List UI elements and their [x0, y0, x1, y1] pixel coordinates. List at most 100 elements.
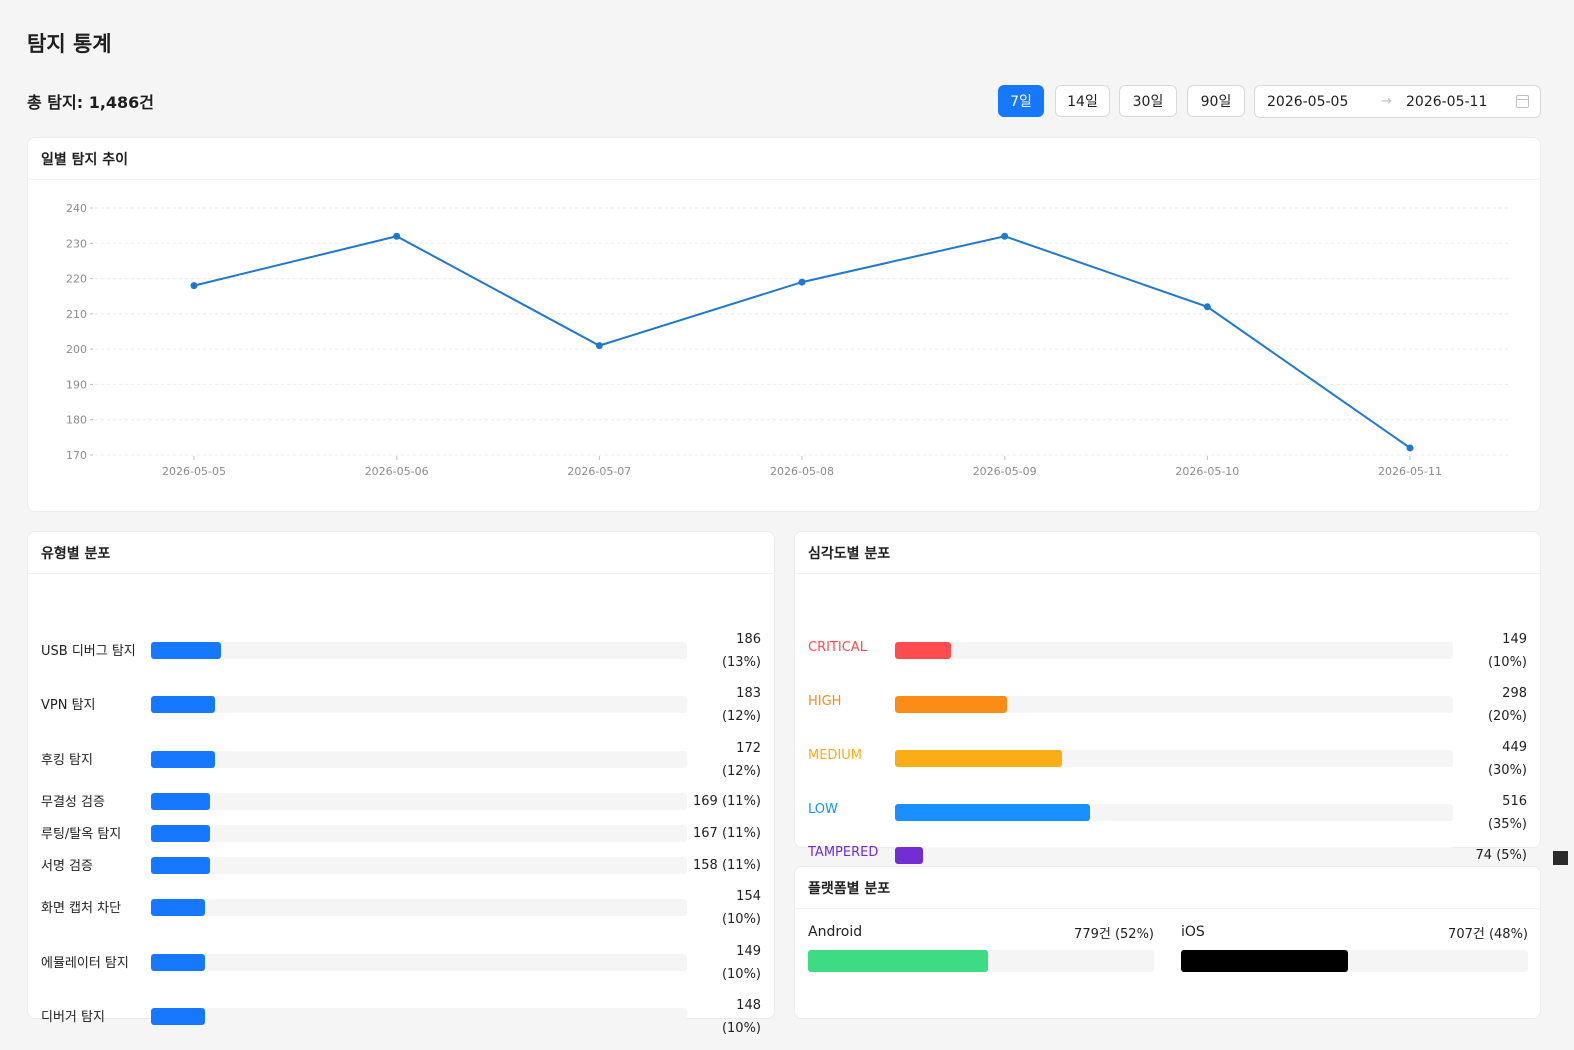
- severity-label: MEDIUM: [808, 748, 863, 763]
- data-point: [595, 342, 603, 350]
- severity-distribution-title: 심각도별 분포: [795, 532, 1540, 574]
- side-handle[interactable]: [1553, 851, 1568, 865]
- arrow-right-icon: →: [1381, 94, 1392, 109]
- x-tick-label: 2026-05-05: [162, 465, 226, 478]
- platform-android-track: [808, 950, 1154, 972]
- type-bar: [151, 642, 221, 659]
- severity-percent: (35%): [1487, 817, 1527, 832]
- severity-bar: [895, 696, 1007, 713]
- severity-value: 516 (35%): [1488, 790, 1527, 836]
- severity-label: HIGH: [808, 694, 842, 709]
- x-tick-label: 2026-05-07: [567, 465, 631, 478]
- severity-label: TAMPERED: [808, 845, 879, 860]
- type-percent: (11%): [721, 858, 761, 873]
- type-label: 에뮬레이터 탐지: [41, 956, 129, 971]
- severity-percent: (30%): [1487, 763, 1527, 778]
- severity-count: 74: [1475, 848, 1493, 863]
- date-range-picker[interactable]: 2026-05-05 → 2026-05-11: [1254, 85, 1541, 118]
- severity-track: [895, 804, 1453, 821]
- severity-distribution-card: 심각도별 분포 CRITICAL 149 (10%) HIGH 298 (20%) MEDI…: [794, 531, 1541, 864]
- type-track: [151, 899, 687, 916]
- type-percent: (10%): [721, 912, 761, 927]
- x-tick-label: 2026-05-09: [973, 465, 1037, 478]
- type-percent: (13%): [721, 655, 761, 670]
- severity-value: 449 (30%): [1488, 736, 1527, 782]
- type-label: 무결성 검증: [41, 795, 105, 810]
- type-percent: (12%): [721, 709, 761, 724]
- type-count: 158: [692, 858, 718, 873]
- type-value: 169 (11%): [693, 790, 761, 813]
- type-bar: [151, 751, 216, 768]
- severity-count: 298: [1502, 686, 1527, 701]
- platform-distribution-card: 플랫폼별 분포 Android 779건 (52%) iOS 707건 (48%…: [794, 866, 1541, 1019]
- type-value: 158 (11%): [693, 854, 761, 877]
- y-tick-label: 200: [66, 343, 87, 356]
- data-point: [798, 278, 806, 286]
- severity-count: 516: [1502, 794, 1527, 809]
- type-value: 154 (10%): [722, 885, 761, 931]
- range-30d-button[interactable]: 30일: [1119, 85, 1177, 117]
- type-count: 154: [736, 889, 761, 904]
- type-track: [151, 751, 687, 768]
- data-point: [1001, 232, 1009, 240]
- type-bar: [151, 696, 216, 713]
- type-label: 화면 캡처 차단: [41, 901, 122, 916]
- x-tick-label: 2026-05-10: [1175, 465, 1239, 478]
- y-tick-label: 230: [66, 237, 87, 250]
- platform-ios-value: 707건 (48%): [1448, 927, 1528, 942]
- page-title: 탐지 통계: [27, 32, 112, 56]
- type-count: 186: [736, 632, 761, 647]
- platform-android-bar: [808, 950, 988, 972]
- type-percent: (10%): [721, 967, 761, 982]
- type-track: [151, 954, 687, 971]
- daily-trend-chart: 170 180 190 200 210 220 230 240 2026-05-05 2026-0…: [66, 202, 1508, 478]
- type-value: 186 (13%): [722, 628, 761, 674]
- severity-track: [895, 750, 1453, 767]
- y-tick-label: 240: [66, 202, 87, 215]
- type-label: VPN 탐지: [41, 698, 96, 713]
- start-date-input[interactable]: 2026-05-05: [1267, 94, 1348, 110]
- end-date-input[interactable]: 2026-05-11: [1406, 94, 1487, 110]
- y-tick-label: 180: [66, 414, 87, 427]
- type-track: [151, 793, 687, 810]
- type-label: 디버거 탐지: [41, 1010, 105, 1025]
- type-label: USB 디버그 탐지: [41, 644, 136, 659]
- severity-label: CRITICAL: [808, 640, 867, 655]
- type-bar: [151, 857, 210, 874]
- type-bar: [151, 793, 210, 810]
- type-value: 148 (10%): [722, 994, 761, 1040]
- type-count: 167: [692, 826, 718, 841]
- platform-android-value: 779건 (52%): [1074, 927, 1154, 942]
- type-bar: [151, 1008, 205, 1025]
- type-count: 183: [736, 686, 761, 701]
- y-tick-label: 190: [66, 378, 87, 391]
- severity-value: 74 (5%): [1476, 844, 1527, 867]
- platform-ios-label: iOS: [1181, 924, 1205, 940]
- type-percent: (10%): [721, 1021, 761, 1036]
- type-percent: (12%): [721, 764, 761, 779]
- severity-count: 149: [1502, 632, 1527, 647]
- y-tick-label: 220: [66, 273, 87, 286]
- type-track: [151, 1008, 687, 1025]
- type-count: 169: [692, 794, 718, 809]
- range-90d-button[interactable]: 90일: [1187, 85, 1245, 117]
- severity-track: [895, 847, 1453, 864]
- calendar-icon[interactable]: [1516, 95, 1529, 108]
- type-count: 172: [736, 741, 761, 756]
- type-distribution-title: 유형별 분포: [28, 532, 774, 574]
- type-bar: [151, 899, 205, 916]
- platform-android-label: Android: [808, 924, 863, 940]
- severity-bar: [895, 750, 1063, 767]
- type-bar: [151, 825, 210, 842]
- range-14d-button[interactable]: 14일: [1055, 85, 1110, 117]
- type-count: 149: [736, 944, 761, 959]
- range-7d-button[interactable]: 7일: [998, 85, 1044, 117]
- type-percent: (11%): [721, 826, 761, 841]
- severity-percent: (5%): [1496, 848, 1527, 863]
- type-value: 183 (12%): [722, 682, 761, 728]
- data-point: [1406, 444, 1414, 452]
- data-point: [393, 232, 401, 240]
- severity-label: LOW: [808, 802, 838, 817]
- daily-trend-card: 일별 탐지 추이 170 180 190 200 210 220 230 240 2026-05…: [27, 137, 1541, 512]
- severity-bar: [895, 804, 1091, 821]
